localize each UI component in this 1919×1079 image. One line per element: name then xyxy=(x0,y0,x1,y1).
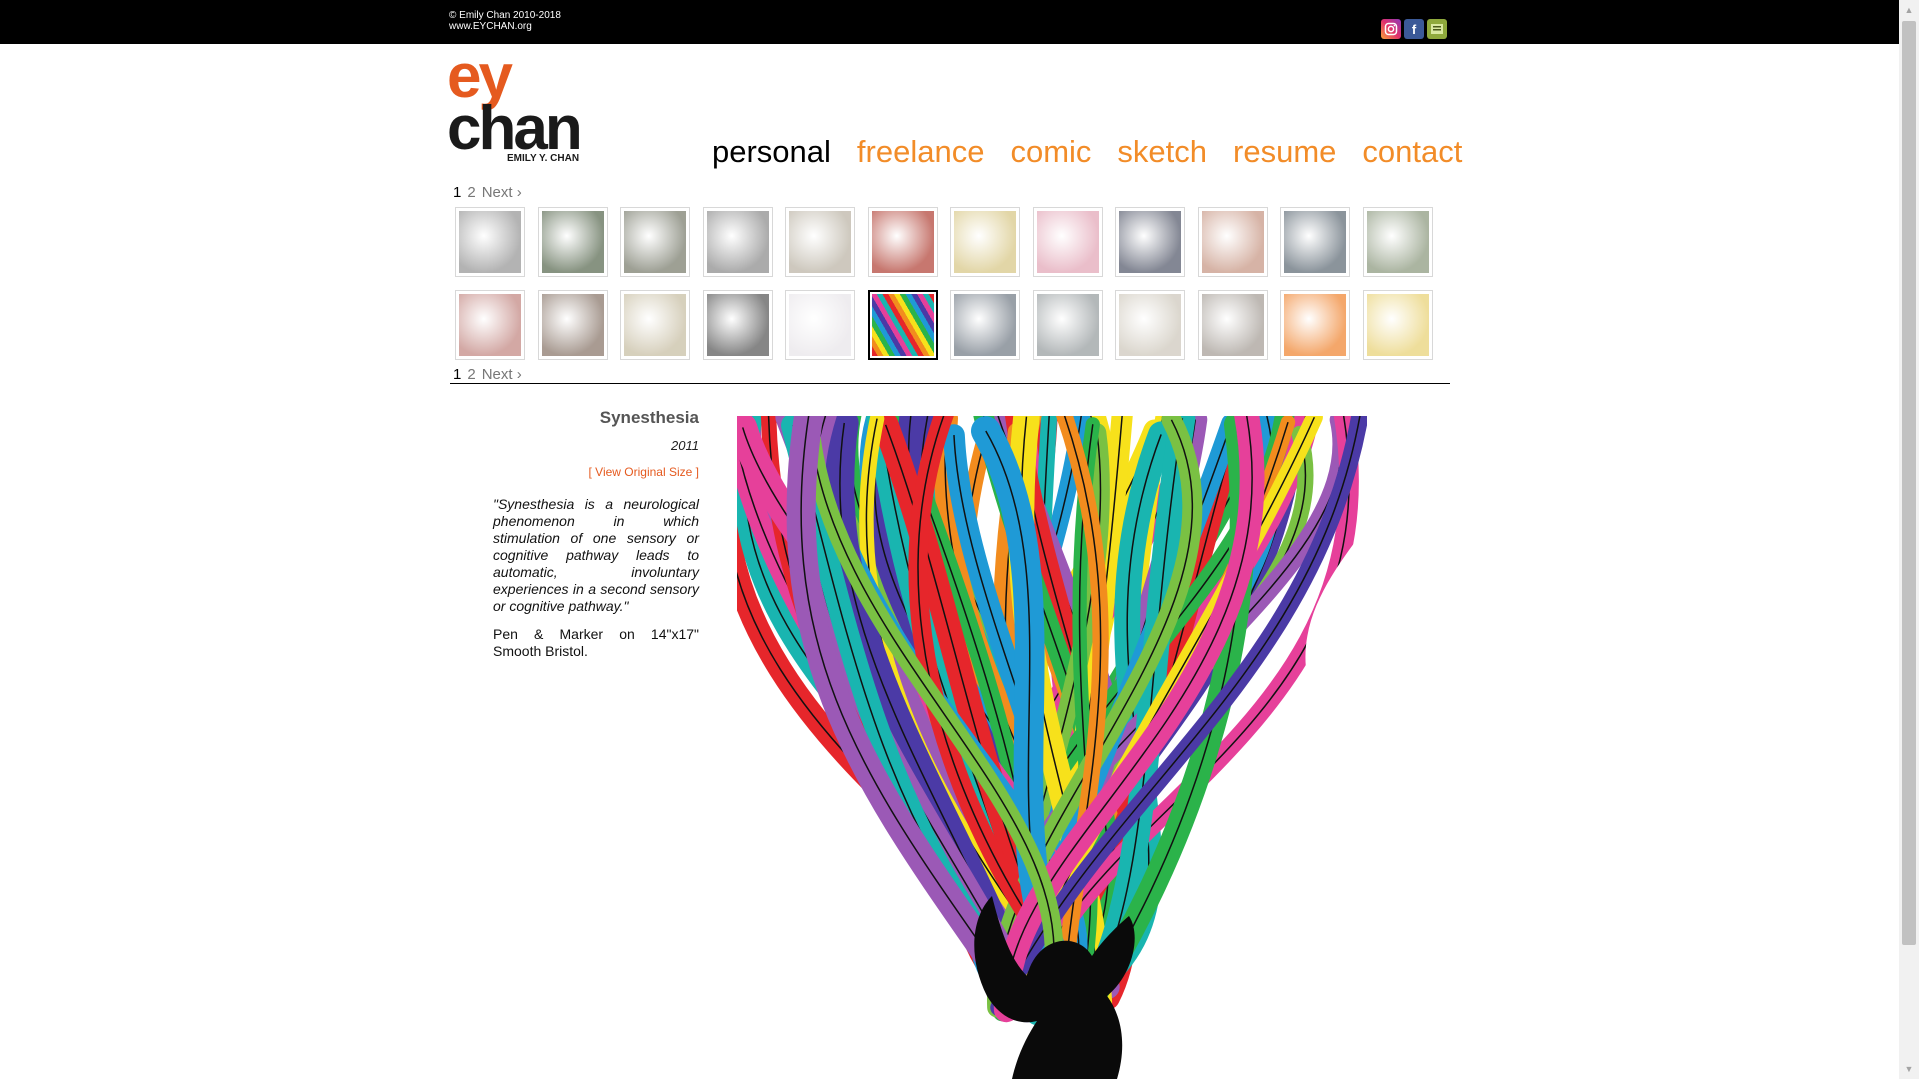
pagination-bottom: 1 2 Next › xyxy=(453,366,528,383)
gallery-thumbnail[interactable] xyxy=(950,290,1020,360)
thumbnail-image xyxy=(541,294,604,356)
scroll-down-icon[interactable]: ▼ xyxy=(1903,1063,1915,1075)
artwork-year: 2011 xyxy=(671,438,699,453)
gallery-thumbnail[interactable] xyxy=(1032,290,1103,360)
instagram-icon[interactable] xyxy=(1381,19,1401,39)
copyright-text: © Emily Chan 2010-2018 www.EYCHAN.org xyxy=(449,10,561,32)
gallery-thumbnail[interactable] xyxy=(702,207,773,277)
other-social-icon[interactable] xyxy=(1427,19,1447,39)
gallery-thumbnail[interactable] xyxy=(702,290,773,360)
gallery-thumbnail[interactable] xyxy=(455,207,525,277)
gallery-thumbnail[interactable] xyxy=(455,290,525,360)
scrollbar-thumb[interactable] xyxy=(1902,21,1916,945)
gallery-thumbnail[interactable] xyxy=(1362,207,1433,277)
gallery-thumbnail[interactable] xyxy=(1115,290,1185,360)
thumbnail-image xyxy=(706,294,769,356)
pagination-top: 1 2 Next › xyxy=(453,184,528,201)
thumbnail-image xyxy=(871,211,934,273)
thumbnail-image xyxy=(871,294,934,356)
artwork-image[interactable] xyxy=(737,416,1367,1079)
thumbnail-image xyxy=(954,211,1016,273)
main-nav: personal freelance comic sketch resume c… xyxy=(712,134,1462,170)
gallery-thumbnail[interactable] xyxy=(620,207,690,277)
logo-subtitle: EMILY Y. CHAN xyxy=(507,153,580,164)
thumbnail-image xyxy=(1201,211,1264,273)
divider xyxy=(450,383,1450,384)
page-2-link[interactable]: 2 xyxy=(467,366,475,383)
social-links: f xyxy=(1381,19,1447,39)
page-1-link[interactable]: 1 xyxy=(453,184,461,201)
thumbnail-image xyxy=(789,294,851,356)
gallery-thumbnail[interactable] xyxy=(1362,290,1433,360)
gallery-thumbnail[interactable] xyxy=(950,207,1020,277)
logo-chan: chan xyxy=(447,94,583,163)
facebook-icon[interactable]: f xyxy=(1404,19,1424,39)
thumbnail-image xyxy=(541,211,604,273)
artwork-quote: "Synesthesia is a neurological phenomeno… xyxy=(493,496,699,614)
next-page-link[interactable]: Next › xyxy=(482,366,522,383)
thumbnail-row xyxy=(455,207,1445,277)
thumbnail-image xyxy=(624,211,686,273)
thumbnail-image xyxy=(1284,211,1346,273)
page-2-link[interactable]: 2 xyxy=(467,184,475,201)
gallery-thumbnail[interactable] xyxy=(1115,207,1185,277)
gallery-thumbnail[interactable] xyxy=(785,207,855,277)
page-1-link[interactable]: 1 xyxy=(453,366,461,383)
copyright-line: © Emily Chan 2010-2018 xyxy=(449,10,561,21)
thumbnail-image xyxy=(1366,211,1429,273)
synesthesia-painting xyxy=(737,416,1367,1079)
nav-personal[interactable]: personal xyxy=(712,134,831,170)
site-logo[interactable]: ey chan EMILY Y. CHAN xyxy=(447,46,592,166)
nav-comic[interactable]: comic xyxy=(1010,134,1091,170)
gallery-thumbnail[interactable] xyxy=(867,290,938,360)
gallery-thumbnail[interactable] xyxy=(785,290,855,360)
gallery-thumbnail[interactable] xyxy=(1032,207,1103,277)
thumbnail-image xyxy=(1119,211,1181,273)
gallery-thumbnail[interactable] xyxy=(1280,207,1350,277)
scroll-up-icon[interactable]: ▲ xyxy=(1903,4,1915,16)
nav-contact[interactable]: contact xyxy=(1362,134,1462,170)
view-original-link[interactable]: [ View Original Size ] xyxy=(493,465,700,479)
top-bar: © Emily Chan 2010-2018 www.EYCHAN.org f xyxy=(0,0,1899,44)
nav-sketch[interactable]: sketch xyxy=(1117,134,1207,170)
nav-resume[interactable]: resume xyxy=(1233,134,1336,170)
nav-freelance[interactable]: freelance xyxy=(857,134,985,170)
artwork-title: Synesthesia xyxy=(599,408,699,427)
site-url: www.EYCHAN.org xyxy=(449,21,532,32)
thumbnail-image xyxy=(706,211,769,273)
thumbnail-image xyxy=(1366,294,1429,356)
thumbnail-image xyxy=(1201,294,1264,356)
gallery-thumbnail[interactable] xyxy=(620,290,690,360)
gallery-thumbnail[interactable] xyxy=(1197,207,1268,277)
gallery-thumbnail[interactable] xyxy=(867,207,938,277)
gallery-thumbnail[interactable] xyxy=(1197,290,1268,360)
gallery-thumbnail[interactable] xyxy=(537,290,608,360)
gallery-thumbnail[interactable] xyxy=(1280,290,1350,360)
thumbnail-image xyxy=(1284,294,1346,356)
thumbnail-image xyxy=(1119,294,1181,356)
thumbnail-row xyxy=(455,290,1445,360)
thumbnail-image xyxy=(459,294,521,356)
gallery-thumbnail[interactable] xyxy=(537,207,608,277)
artwork-medium: Pen & Marker on 14"x17" Smooth Bristol. xyxy=(493,626,699,659)
artwork-details: Synesthesia 2011 [ View Original Size ] … xyxy=(493,408,699,660)
thumbnail-image xyxy=(1036,294,1099,356)
thumbnail-image xyxy=(1036,211,1099,273)
thumbnail-image xyxy=(624,294,686,356)
thumbnail-image xyxy=(459,211,521,273)
thumbnail-image xyxy=(789,211,851,273)
thumbnail-image xyxy=(954,294,1016,356)
next-page-link[interactable]: Next › xyxy=(482,184,522,201)
